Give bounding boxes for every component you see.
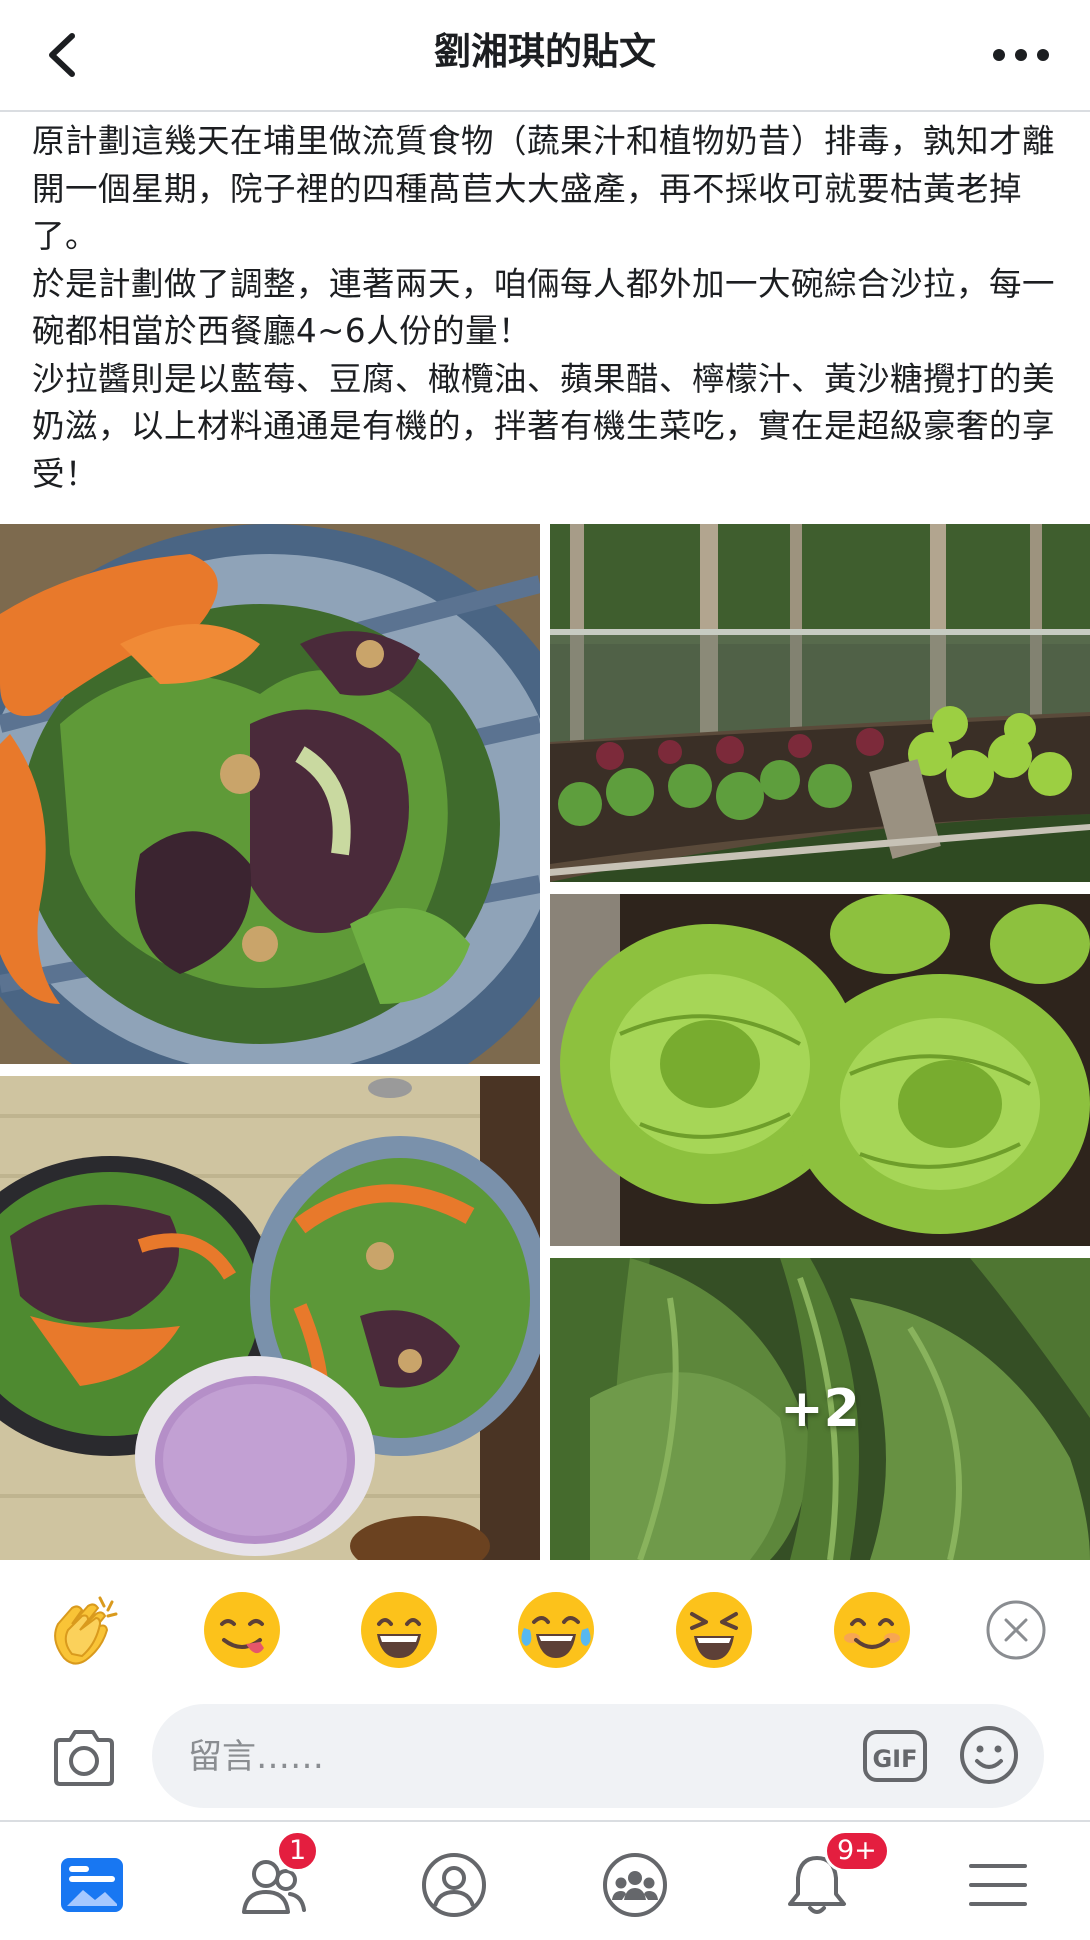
reaction-smiling-face[interactable]	[830, 1588, 914, 1672]
news-feed-icon	[61, 1858, 123, 1912]
camera-button[interactable]	[50, 1728, 118, 1788]
tab-groups[interactable]	[600, 1850, 670, 1920]
more-options-button[interactable]	[986, 32, 1056, 78]
photo-salads-dressing[interactable]	[0, 1076, 540, 1560]
bottom-tab-bar: 1 9+	[0, 1820, 1090, 1940]
photo-salad-bowl[interactable]	[0, 524, 540, 1064]
groups-icon	[603, 1853, 667, 1917]
squinting-laugh-icon	[676, 1592, 752, 1668]
friends-badge: 1	[276, 1830, 320, 1872]
hamburger-menu-icon	[969, 1864, 1027, 1906]
notifications-badge: 9+	[824, 1830, 890, 1872]
tears-of-joy-icon	[518, 1592, 594, 1668]
garden-image	[550, 524, 1090, 882]
post-paragraph: 沙拉醬則是以藍莓、豆腐、橄欖油、蘋果醋、檸檬汁、黃沙糖攪打的美奶滋，以上材料通通…	[32, 359, 1056, 493]
comment-input[interactable]	[186, 1704, 830, 1810]
gif-label: GIF	[872, 1745, 917, 1773]
tab-profile[interactable]	[419, 1850, 489, 1920]
profile-icon	[422, 1853, 486, 1917]
photo-romaine[interactable]: +2	[550, 1258, 1090, 1560]
salads-dressing-image	[0, 1076, 540, 1560]
close-circle-icon	[986, 1600, 1046, 1660]
grinning-face-icon	[361, 1592, 437, 1668]
comment-box: GIF	[152, 1704, 1044, 1810]
emoji-picker-button[interactable]	[958, 1724, 1020, 1786]
reaction-yum-face[interactable]	[200, 1588, 284, 1672]
tab-news-feed[interactable]	[57, 1850, 127, 1920]
photo-garden[interactable]	[550, 524, 1090, 882]
photo-lettuce[interactable]	[550, 894, 1090, 1246]
gif-icon: GIF	[863, 1730, 927, 1782]
smiling-face-icon	[834, 1592, 910, 1668]
tab-notifications[interactable]: 9+	[782, 1830, 890, 1920]
post-paragraph: 原計劃這幾天在埔里做流質食物（蔬果汁和植物奶昔）排毒，孰知才離開一個星期，院子裡…	[32, 122, 1056, 255]
lettuce-image	[550, 894, 1090, 1246]
reaction-grinning-face[interactable]	[357, 1588, 441, 1672]
tab-menu[interactable]	[963, 1850, 1033, 1920]
ellipsis-icon	[993, 49, 1049, 61]
reaction-squinting-laugh[interactable]	[672, 1588, 756, 1672]
post-paragraph: 於是計劃做了調整，連著兩天，咱倆每人都外加一大碗綜合沙拉，每一碗都相當於西餐廳4…	[32, 264, 1056, 351]
tab-friends[interactable]: 1	[238, 1830, 320, 1920]
reaction-tears-of-joy[interactable]	[514, 1588, 598, 1672]
camera-icon	[54, 1730, 114, 1786]
page-title: 劉湘琪的貼文	[434, 30, 656, 73]
close-reactions-button[interactable]	[984, 1598, 1048, 1662]
post-body: 原計劃這幾天在埔里做流質食物（蔬果汁和植物奶昔）排毒，孰知才離開一個星期，院子裡…	[32, 118, 1062, 498]
salad-bowl-image	[0, 524, 540, 1064]
reaction-clapping-hands[interactable]	[42, 1588, 126, 1672]
smiley-icon	[960, 1726, 1018, 1784]
quick-reactions-bar	[0, 1574, 1090, 1692]
yum-face-icon	[204, 1592, 280, 1668]
top-bar: 劉湘琪的貼文	[0, 0, 1090, 112]
more-photos-count: +2	[550, 1258, 1090, 1560]
clapping-hands-icon	[54, 1596, 118, 1665]
gif-button[interactable]: GIF	[862, 1726, 928, 1786]
